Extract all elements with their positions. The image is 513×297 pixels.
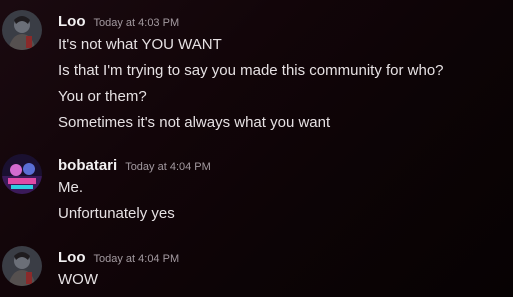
avatar[interactable] bbox=[2, 246, 42, 286]
message-header: Loo Today at 4:03 PM bbox=[58, 13, 179, 30]
avatar[interactable] bbox=[2, 154, 42, 194]
avatar[interactable] bbox=[2, 10, 42, 50]
message-text: Sometimes it's not always what you want bbox=[58, 114, 331, 131]
message-text: WOW bbox=[58, 271, 98, 288]
message-text: You or them? bbox=[58, 88, 147, 105]
message-text: It's not what YOU WANT bbox=[58, 36, 222, 53]
username[interactable]: Loo bbox=[58, 13, 86, 30]
message-header: Loo Today at 4:04 PM bbox=[58, 249, 179, 266]
timestamp: Today at 4:04 PM bbox=[125, 161, 211, 173]
username[interactable]: Loo bbox=[58, 249, 86, 266]
message-text: Is that I'm trying to say you made this … bbox=[58, 62, 444, 79]
message-text: Unfortunately yes bbox=[58, 205, 175, 222]
timestamp: Today at 4:03 PM bbox=[93, 17, 180, 29]
message-text: Me. bbox=[58, 179, 84, 196]
username[interactable]: bobatari bbox=[58, 157, 117, 174]
message-header: bobatari Today at 4:04 PM bbox=[58, 157, 211, 174]
timestamp: Today at 4:04 PM bbox=[93, 253, 180, 265]
